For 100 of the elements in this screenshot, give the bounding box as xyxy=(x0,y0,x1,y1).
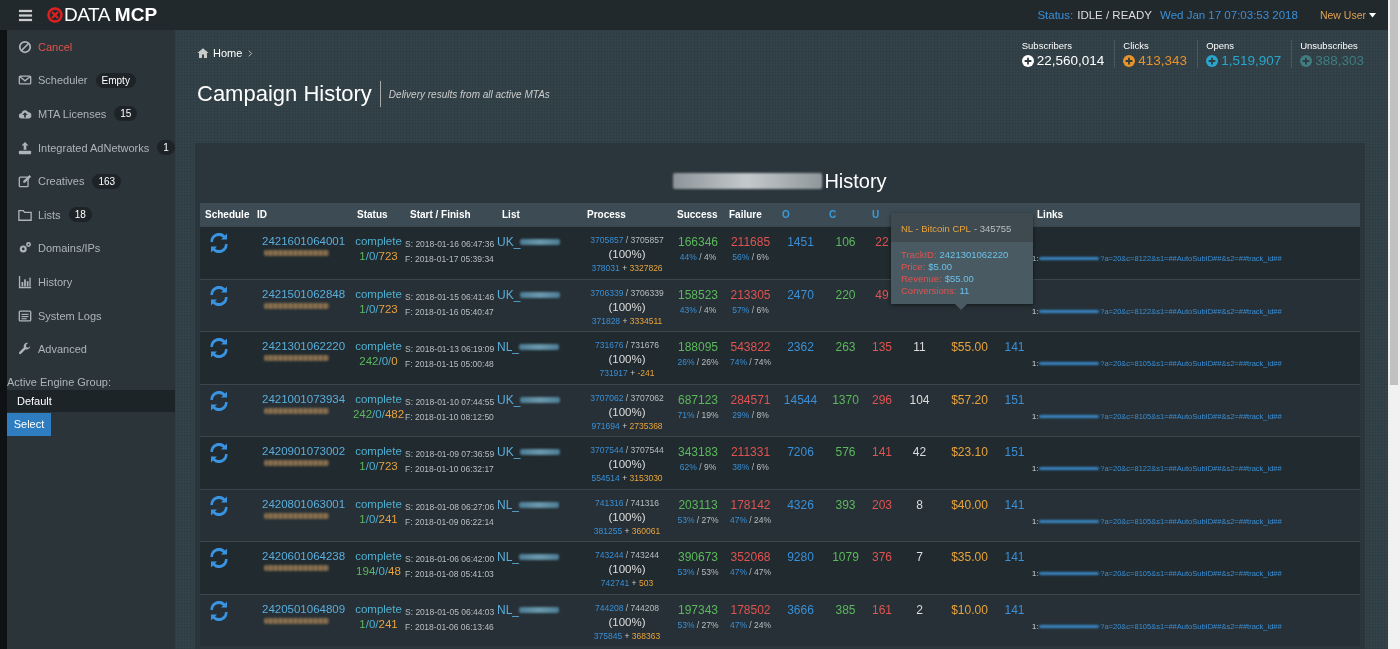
column-header: Process xyxy=(586,209,627,220)
process-percent: (100%) xyxy=(608,458,646,470)
sidebar-item[interactable]: MTA Licenses xyxy=(38,108,107,120)
table-cell: 104 xyxy=(909,392,930,407)
sidebar-item[interactable]: Scheduler xyxy=(38,74,88,87)
process-split: 375845 + 368363 xyxy=(593,630,661,641)
list-name: UK_ xyxy=(497,235,521,249)
table-cell: 376 xyxy=(872,550,892,564)
scrollbar[interactable] xyxy=(1388,0,1400,649)
sidebar-item[interactable]: System Logs xyxy=(38,309,102,322)
sidebar-item[interactable]: History xyxy=(38,275,73,288)
user-menu[interactable]: New User xyxy=(1319,9,1376,21)
success-count: 158523 xyxy=(677,287,718,302)
table-cell: $55.00 xyxy=(951,340,988,354)
refresh-icon[interactable] xyxy=(210,233,228,253)
field-value: 2421301062220 xyxy=(939,249,1009,260)
campaign-id[interactable]: 2421601064001 xyxy=(252,235,346,247)
breadcrumb-link[interactable]: Home xyxy=(213,47,243,59)
redacted-bar xyxy=(519,344,559,350)
stat-value: 388,303 xyxy=(1315,53,1364,68)
list-name: NL_ xyxy=(497,602,519,617)
folder-icon xyxy=(18,207,32,222)
redacted-bar xyxy=(1039,309,1100,313)
redacted-bar xyxy=(520,239,561,245)
failure-percent: 47% / 24% xyxy=(729,619,772,630)
refresh-icon[interactable] xyxy=(210,443,228,463)
table-cell: 14544 xyxy=(783,392,818,407)
logo-text: DATA xyxy=(64,4,110,26)
table-cell: 576 xyxy=(835,445,856,459)
sidebar-item[interactable]: Creatives xyxy=(38,175,85,188)
sidebar-item[interactable]: Domains/IPs xyxy=(38,242,101,255)
status-text: complete xyxy=(355,392,402,405)
field-label: Price: xyxy=(901,261,926,272)
bar-chart-icon xyxy=(18,274,32,289)
count-text: 242/0/482 xyxy=(352,407,405,420)
process-count: 743244 / 743244 xyxy=(595,550,659,560)
start-time: S: 2018-01-05 06:44:03 xyxy=(405,606,495,617)
process-split: 742741 + 503 xyxy=(600,578,654,588)
campaign-id[interactable]: 2420801063001 xyxy=(252,497,346,510)
sidebar-item[interactable]: Lists xyxy=(38,208,61,221)
campaign-id[interactable]: 2421301062220 xyxy=(252,340,346,352)
failure-percent: 38% / 6% xyxy=(732,462,769,472)
campaign-id[interactable]: 2420501064809 xyxy=(252,602,346,615)
engine-group-select[interactable]: Default xyxy=(7,389,175,412)
sidebar-item[interactable]: Cancel xyxy=(38,40,73,53)
table-cell: 203 xyxy=(872,497,892,512)
field-value: $5.00 xyxy=(928,261,953,272)
refresh-icon[interactable] xyxy=(210,285,228,306)
table-cell: $23.10 xyxy=(951,445,988,459)
table-cell: 141 xyxy=(872,445,892,459)
process-percent: (100%) xyxy=(608,563,646,575)
campaign-id[interactable]: 2421001073934 xyxy=(252,392,346,405)
refresh-icon[interactable] xyxy=(210,600,228,621)
table-cell: 135 xyxy=(872,340,892,354)
table-cell: 42 xyxy=(912,445,927,459)
table-cell: 385 xyxy=(835,602,856,617)
table-cell: 141 xyxy=(1004,340,1025,354)
list-icon xyxy=(18,308,32,323)
sidebar-item[interactable]: Advanced xyxy=(38,343,87,356)
redacted-bar xyxy=(264,617,329,624)
redacted-bar xyxy=(264,407,329,414)
finish-time: F: 2018-01-06 06:13:46 xyxy=(405,621,494,632)
refresh-icon[interactable] xyxy=(210,495,228,516)
success-count: 166346 xyxy=(677,235,718,249)
failure-count: 178502 xyxy=(730,602,771,617)
success-percent: 71% / 19% xyxy=(677,409,719,420)
success-count: 390673 xyxy=(677,550,718,564)
select-button[interactable]: Select xyxy=(7,412,51,436)
column-header: Status xyxy=(356,209,389,220)
upload-icon xyxy=(18,140,32,155)
campaign-id[interactable]: 2420601064238 xyxy=(252,550,346,562)
redacted-bar xyxy=(1039,257,1100,261)
success-percent: 62% / 9% xyxy=(679,462,717,472)
success-count: 343183 xyxy=(677,445,718,459)
field-value: $55.00 xyxy=(944,273,974,284)
redacted-bar xyxy=(1039,624,1100,628)
finish-time: F: 2018-01-17 05:39:34 xyxy=(405,254,494,264)
table-cell: 141 xyxy=(1004,602,1025,617)
status-text: complete xyxy=(355,287,402,300)
redacted-bar xyxy=(519,606,559,613)
refresh-icon[interactable] xyxy=(210,338,228,358)
refresh-icon[interactable] xyxy=(210,548,228,568)
sidebar-item[interactable]: Integrated AdNetworks xyxy=(38,141,150,154)
table-cell: $35.00 xyxy=(951,550,988,564)
caret-icon xyxy=(1369,12,1376,18)
logo-icon xyxy=(47,7,63,23)
campaign-id[interactable]: 2421501062848 xyxy=(252,287,346,300)
edit-icon xyxy=(18,174,32,189)
count-text: 1/0/241 xyxy=(359,512,398,525)
finish-time: F: 2018-01-08 05:41:03 xyxy=(405,569,494,579)
refresh-icon[interactable] xyxy=(210,390,228,411)
table-cell: 3666 xyxy=(787,602,814,617)
logo-text: MCP xyxy=(114,4,158,26)
redacted-bar xyxy=(520,449,561,455)
cloud-upload-icon xyxy=(18,107,32,121)
failure-count: 213305 xyxy=(730,287,771,302)
start-time: S: 2018-01-13 06:19:09 xyxy=(405,344,495,354)
table-cell: 1370 xyxy=(832,392,859,407)
campaign-id[interactable]: 2420901073002 xyxy=(252,445,346,457)
process-count: 3707544 / 3707544 xyxy=(590,445,664,455)
